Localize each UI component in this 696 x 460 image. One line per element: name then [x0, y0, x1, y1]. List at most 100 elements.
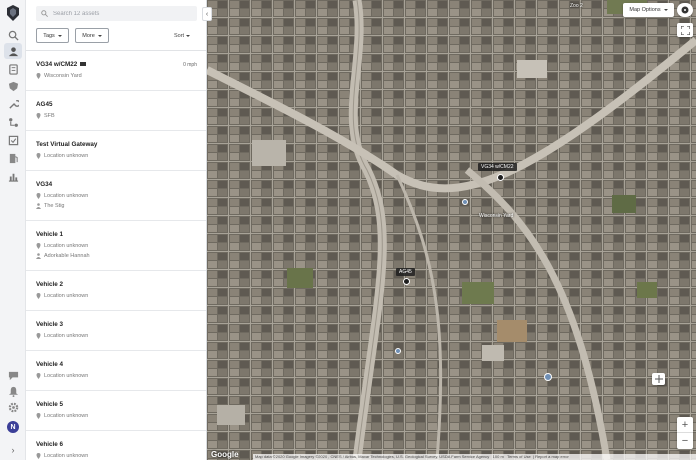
location-pin-icon [36, 413, 41, 419]
place-label: Zoo 2 [570, 3, 583, 9]
asset-row[interactable]: Vehicle 2 Location unknown [26, 271, 206, 311]
tags-filter-button[interactable]: Tags [36, 28, 69, 43]
fullscreen-button[interactable] [677, 23, 693, 37]
user-avatar[interactable]: N [7, 421, 19, 433]
map-options-button[interactable]: Map Options [623, 3, 674, 17]
asset-row[interactable]: Vehicle 3 Location unknown [26, 311, 206, 351]
location-pin-icon [36, 333, 41, 339]
vehicle-marker-label[interactable]: AG45 [396, 268, 415, 276]
map-layer-toggle[interactable] [652, 373, 665, 385]
asset-name: VG34 [36, 181, 53, 188]
report-error-link[interactable]: Report a map error [535, 454, 569, 459]
nav-rail: N › [0, 0, 26, 460]
zoom-out-button[interactable]: − [677, 433, 693, 449]
asset-row[interactable]: Vehicle 4 Location unknown [26, 351, 206, 391]
asset-location: Location unknown [36, 153, 88, 159]
asset-name: Vehicle 1 [36, 231, 63, 238]
app-window: N › Tags More Sort VG34 w/CM22 0 mph [0, 0, 696, 460]
asset-location: Location unknown [36, 193, 88, 199]
more-filter-button[interactable]: More [75, 28, 109, 43]
driver-person-icon [36, 253, 41, 259]
search-icon [41, 10, 48, 17]
fullscreen-icon [680, 25, 690, 35]
asset-name: Vehicle 5 [36, 401, 63, 408]
location-pin-icon [36, 293, 41, 299]
location-pin-icon [36, 453, 41, 459]
google-logo: Google [211, 450, 239, 459]
asset-speed: 0 mph [183, 62, 197, 68]
asset-location-text: Location unknown [44, 193, 89, 199]
settings-gear-icon[interactable] [7, 401, 19, 413]
location-pin-icon [36, 243, 41, 249]
compliance-icon[interactable] [7, 134, 19, 146]
terms-link[interactable]: Terms of Use [507, 454, 531, 459]
location-pin-icon [36, 373, 41, 379]
asset-row[interactable]: Test Virtual Gateway Location unknown [26, 131, 206, 171]
search-input[interactable] [53, 10, 183, 17]
asset-location: Location unknown [36, 373, 88, 379]
asset-row[interactable]: Vehicle 6 Location unknown [26, 431, 206, 460]
asset-row[interactable]: Vehicle 5 Location unknown [26, 391, 206, 431]
map-attribution: Map data ©2020 Google Imagery ©2020 , CN… [253, 454, 696, 460]
location-pin-icon [36, 113, 41, 119]
asset-location: Wisconsin Yard [36, 73, 82, 79]
asset-row[interactable]: VG34 w/CM22 0 mph Wisconsin Yard [26, 51, 206, 91]
poi-pin-icon[interactable] [395, 348, 401, 354]
search-icon[interactable] [7, 29, 19, 41]
asset-location-text: Location unknown [44, 243, 89, 249]
asset-name: Vehicle 2 [36, 281, 63, 288]
poi-pin-icon[interactable] [462, 199, 468, 205]
asset-name: Test Virtual Gateway [36, 141, 98, 148]
collapse-panel-button[interactable]: ‹ [202, 7, 212, 21]
vehicle-marker-label[interactable]: VG34 w/CM22 [478, 163, 517, 171]
asset-row[interactable]: VG34 Location unknown The Stig [26, 171, 206, 221]
reports-icon[interactable] [7, 170, 19, 182]
asset-location-text: Location unknown [44, 153, 89, 159]
assets-icon[interactable] [4, 43, 22, 59]
asset-location: Location unknown [36, 243, 88, 249]
asset-driver: The Stig [36, 203, 64, 209]
asset-location-text: SFB [44, 113, 55, 119]
vehicle-marker[interactable] [403, 278, 410, 285]
asset-location: Location unknown [36, 333, 88, 339]
message-icon [80, 62, 87, 66]
compass-icon [681, 6, 689, 14]
asset-row[interactable]: Vehicle 1 Location unknown Adorkable Han… [26, 221, 206, 271]
search-box[interactable] [36, 6, 197, 21]
asset-location-text: Location unknown [44, 373, 89, 379]
dispatch-icon[interactable] [7, 116, 19, 128]
expand-chevron-icon[interactable]: › [7, 444, 19, 456]
maintenance-icon[interactable] [7, 98, 19, 110]
documents-icon[interactable] [7, 63, 19, 75]
sort-dropdown[interactable]: Sort [174, 33, 191, 39]
map-imagery [207, 0, 696, 460]
asset-location: Location unknown [36, 413, 88, 419]
more-filter-label: More [82, 32, 95, 39]
asset-name: Vehicle 3 [36, 321, 63, 328]
zoom-control: + − [677, 417, 693, 449]
alerts-bell-icon[interactable] [7, 385, 19, 397]
logo-icon [7, 5, 19, 21]
safety-icon[interactable] [7, 80, 19, 92]
asset-panel: Tags More Sort VG34 w/CM22 0 mph Wiscons… [26, 0, 207, 460]
vehicle-marker[interactable] [497, 174, 504, 181]
caret-down-icon [97, 34, 102, 37]
asset-row[interactable]: AG45 SFB [26, 91, 206, 131]
asset-name: Vehicle 6 [36, 441, 63, 448]
asset-name: Vehicle 4 [36, 361, 63, 368]
map-attribution-text: Map data ©2020 Google Imagery ©2020 , CN… [255, 454, 490, 459]
map-scale: 100 m [492, 454, 504, 459]
poi-pin-icon[interactable] [544, 373, 552, 381]
place-label: Wisconsin Yard [479, 213, 514, 219]
satellite-map[interactable]: VG34 w/CM22 AG45 Wisconsin Yard Zoo 2 [207, 0, 696, 460]
asset-driver-text: Adorkable Hannah [44, 253, 90, 259]
tags-filter-label: Tags [43, 32, 55, 39]
asset-location-text: Location unknown [44, 453, 89, 459]
location-button[interactable] [677, 3, 693, 17]
fuel-icon[interactable] [7, 152, 19, 164]
asset-location: SFB [36, 113, 55, 119]
expand-arrows-icon [654, 375, 663, 383]
zoom-in-button[interactable]: + [677, 417, 693, 433]
messages-icon[interactable] [7, 369, 19, 381]
asset-location: Location unknown [36, 293, 88, 299]
